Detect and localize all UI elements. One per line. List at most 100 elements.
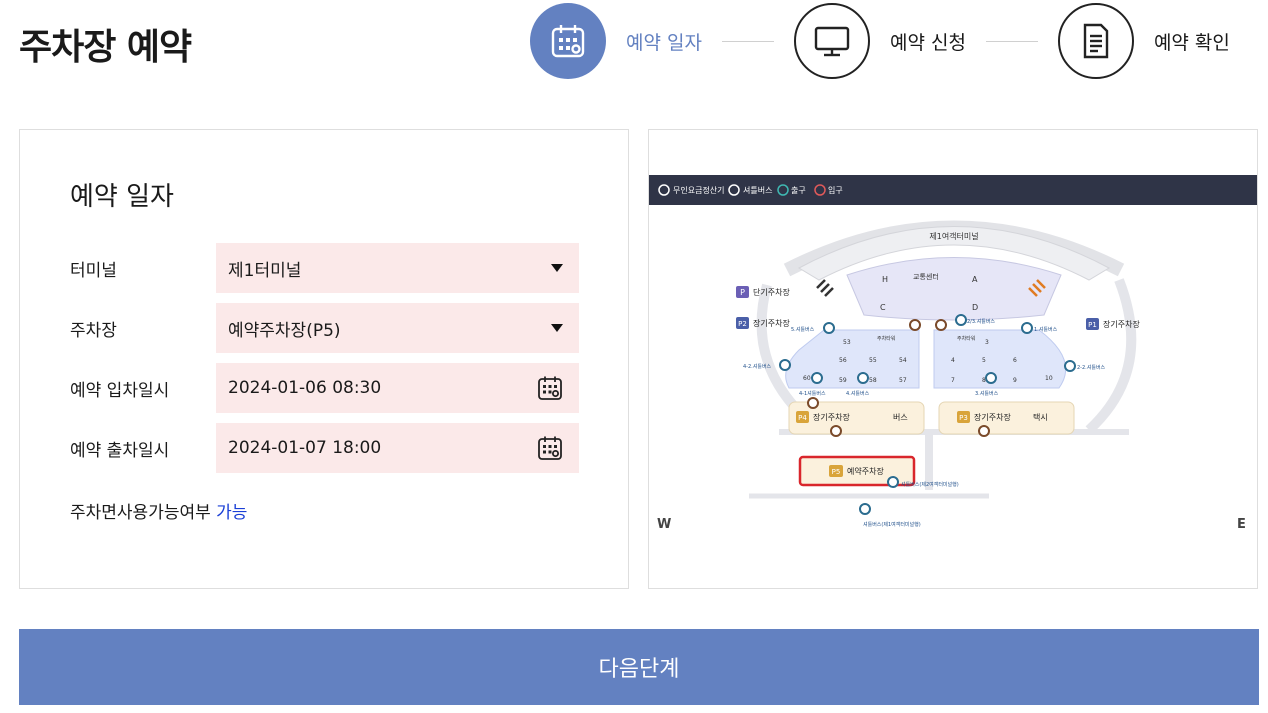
block-54: 54	[899, 357, 907, 364]
shuttle-label: 4.셔틀버스	[846, 390, 870, 397]
shuttle-stop-icon	[887, 476, 899, 488]
shuttle-label: 1.셔틀버스	[1034, 326, 1058, 333]
step-apply: 예약 신청	[793, 3, 966, 79]
shuttle-label: 4-1셔틀버스	[799, 390, 826, 397]
long-term-label-p4: 장기주차장	[813, 412, 850, 422]
form-title: 예약 일자	[70, 182, 174, 212]
shuttle-stop-icon	[859, 503, 871, 515]
parking-map-diagram: 무인요금정산기 셔틀버스 출구 입구 제1여객터미널 H 교통센터 A C D …	[649, 175, 1257, 532]
step-label-apply: 예약 신청	[889, 31, 966, 54]
shuttle-stop-icon	[811, 372, 823, 384]
step-divider	[985, 40, 1038, 42]
shuttle-stop-icon	[779, 359, 791, 371]
block-9: 9	[1013, 377, 1017, 384]
short-term-label: 단기주차장	[753, 287, 790, 297]
shuttle-label: 3.셔틀버스	[975, 390, 999, 397]
payment-machine-icon	[807, 397, 819, 409]
block-55: 55	[869, 357, 877, 364]
block-53: 53	[843, 339, 851, 346]
block-56: 56	[839, 357, 847, 364]
long-term-label-p3: 장기주차장	[974, 412, 1011, 422]
bus-label: 버스	[893, 412, 908, 422]
legend-entrance: 입구	[828, 186, 843, 195]
legend-shuttle: 셔틀버스	[743, 185, 772, 195]
road-chevron-icon	[816, 279, 834, 297]
entry-label: 예약 입차일시	[70, 380, 170, 401]
legend-exit: 출구	[791, 185, 806, 195]
shuttle-label: 셔틀버스(제2여객터미널행)	[901, 481, 959, 488]
lot-badge-p-text: P	[740, 288, 745, 297]
lot-badge-p1-text: P1	[1088, 321, 1097, 329]
step-label-date: 예약 일자	[626, 31, 702, 54]
block-3: 3	[985, 339, 989, 346]
parking-select[interactable]: 예약주차장(P5)	[216, 303, 579, 353]
entry-datetime-input[interactable]: 2024-01-06 08:30	[216, 363, 579, 413]
compass-east: E	[1237, 517, 1246, 532]
step-date: 예약 일자	[530, 3, 702, 79]
shuttle-stop-icon	[823, 322, 835, 334]
terminal-label: 제1여객터미널	[929, 231, 978, 241]
chevron-down-icon	[551, 324, 563, 332]
zone-h: H	[882, 275, 888, 284]
step-confirm: 예약 확인	[1057, 3, 1230, 79]
shuttle-stop-icon	[1021, 322, 1033, 334]
entry-row: 예약 입차일시 2024-01-06 08:30	[70, 363, 580, 413]
step-indicator: 예약 일자 예약 신청 예약 확인	[530, 3, 1230, 79]
map-legend-bar	[649, 175, 1257, 205]
document-icon	[1057, 3, 1134, 79]
terminal-select[interactable]: 제1터미널	[216, 243, 579, 293]
terminal-label: 터미널	[70, 260, 117, 281]
compass-west: W	[657, 517, 671, 532]
payment-machine-icon	[830, 425, 842, 437]
block-6: 6	[1013, 357, 1017, 364]
legend-payment: 무인요금정산기	[673, 185, 725, 195]
tower-label-west: 주차타워	[877, 335, 895, 342]
entry-value: 2024-01-06 08:30	[228, 378, 382, 398]
lot-badge-p3-text: P3	[959, 414, 968, 422]
lot-badge-p5-text: P5	[832, 468, 841, 476]
calendar-icon	[530, 3, 606, 79]
parking-row: 주차장 예약주차장(P5)	[70, 303, 580, 353]
payment-machine-icon	[935, 319, 947, 331]
shuttle-label: 5.셔틀버스	[791, 326, 815, 333]
terminal-row: 터미널 제1터미널	[70, 243, 580, 293]
parking-map: 무인요금정산기 셔틀버스 출구 입구 제1여객터미널 H 교통센터 A C D …	[648, 129, 1258, 589]
center-label: 교통센터	[913, 272, 939, 281]
payment-machine-icon	[978, 425, 990, 437]
exit-datetime-input[interactable]: 2024-01-07 18:00	[216, 423, 579, 473]
reservation-form: 예약 일자 터미널 제1터미널 주차장 예약주차장(P5) 예약 입차일시 20…	[19, 129, 629, 589]
step-divider	[721, 40, 774, 42]
lot-badge-p4-text: P4	[798, 414, 807, 422]
long-term-label-p2: 장기주차장	[753, 318, 790, 328]
exit-row: 예약 출차일시 2024-01-07 18:00	[70, 423, 580, 473]
shuttle-stop-icon	[985, 372, 997, 384]
block-7: 7	[951, 377, 955, 384]
reserved-lot-label: 예약주차장	[847, 466, 884, 476]
zone-d: D	[972, 303, 978, 312]
block-59: 59	[839, 377, 847, 384]
calendar-icon[interactable]	[537, 375, 563, 401]
zone-a: A	[972, 275, 978, 284]
tower-label-east: 주차타워	[957, 335, 975, 342]
calendar-icon[interactable]	[537, 435, 563, 461]
shuttle-label: 2/3.셔틀버스	[967, 318, 995, 325]
monitor-icon	[793, 3, 870, 79]
shuttle-stop-icon	[1064, 360, 1076, 372]
block-58: 58	[869, 377, 877, 384]
ring-road-east	[1085, 278, 1137, 434]
step-label-confirm: 예약 확인	[1153, 31, 1230, 54]
payment-machine-icon	[909, 319, 921, 331]
shuttle-label: 셔틀버스(제1여객터미널행)	[863, 521, 921, 528]
taxi-label: 택시	[1033, 412, 1048, 422]
block-10: 10	[1045, 375, 1053, 382]
availability-label: 주차면사용가능여부	[70, 503, 211, 523]
block-57: 57	[899, 377, 907, 384]
parking-label: 주차장	[70, 320, 117, 341]
shuttle-label: 4-2.셔틀버스	[743, 363, 772, 370]
next-step-button[interactable]: 다음단계	[19, 629, 1259, 705]
lot-badge-p2-text: P2	[738, 320, 747, 328]
page-title: 주차장 예약	[19, 27, 192, 68]
chevron-down-icon	[551, 264, 563, 272]
availability-status: 주차면사용가능여부 가능	[70, 498, 247, 523]
shuttle-stop-icon	[955, 314, 967, 326]
